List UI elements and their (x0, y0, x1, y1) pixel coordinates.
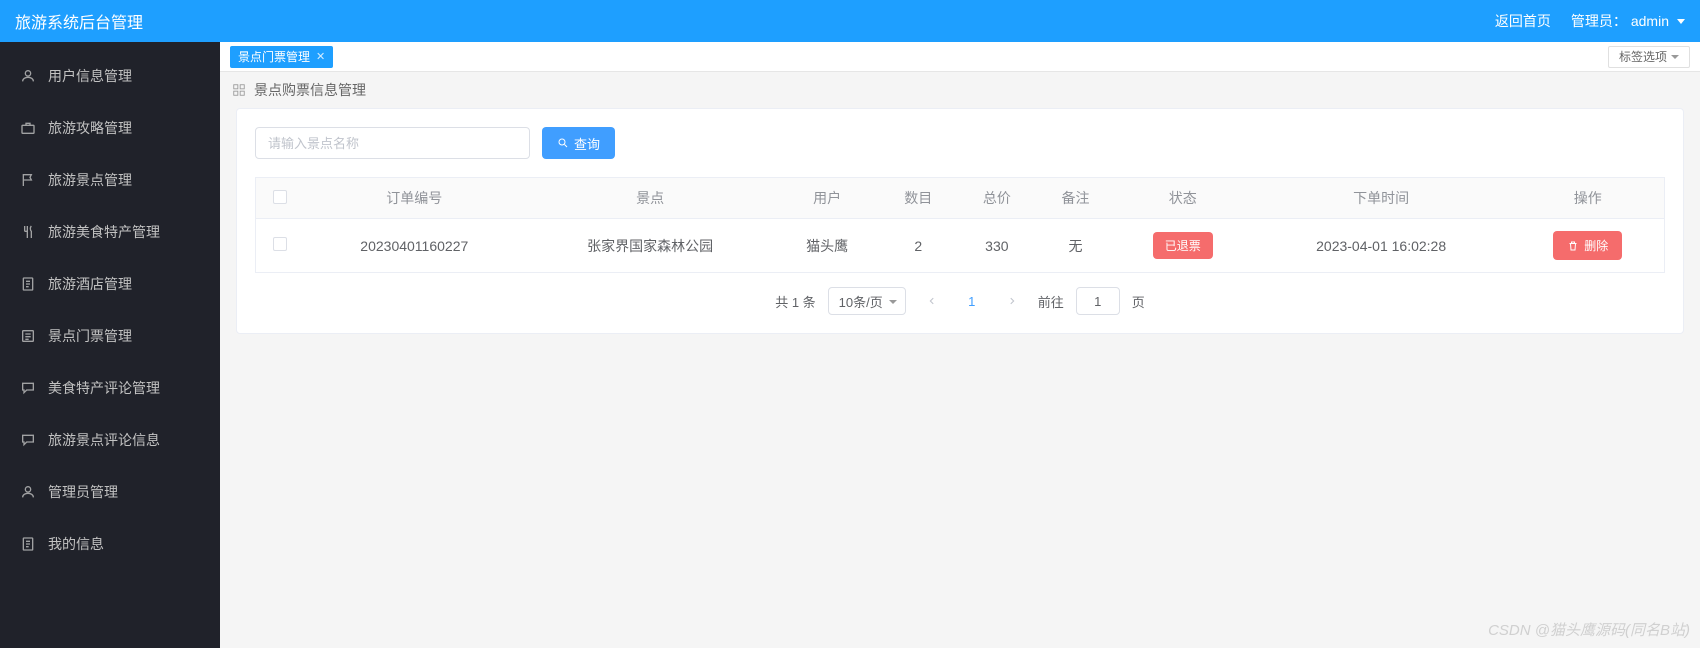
comment-icon (20, 380, 36, 396)
main-area: 景点门票管理 ✕ 标签选项 景点购票信息管理 查询 (220, 42, 1700, 648)
delete-button-label: 删除 (1584, 237, 1608, 254)
flag-icon (20, 172, 36, 188)
ticket-icon (20, 328, 36, 344)
admin-prefix: 管理员： (1571, 11, 1627, 31)
sidebar-item-hotel[interactable]: 旅游酒店管理 (0, 258, 220, 310)
page-title: 景点购票信息管理 (254, 80, 366, 100)
total-text: 共 1 条 (775, 292, 815, 311)
search-row: 查询 (255, 127, 1665, 159)
row-checkbox[interactable] (273, 237, 287, 251)
briefcase-icon (20, 120, 36, 136)
tab-ticket-mgmt[interactable]: 景点门票管理 ✕ (230, 46, 333, 68)
sidebar-item-spots[interactable]: 旅游景点管理 (0, 154, 220, 206)
search-button[interactable]: 查询 (542, 127, 615, 159)
prev-page-button[interactable] (918, 287, 946, 315)
th-spot: 景点 (525, 178, 775, 219)
cell-remark: 无 (1036, 219, 1115, 273)
pagination: 共 1 条 10条/页 1 前往 页 (255, 287, 1665, 315)
sidebar-item-mine[interactable]: 我的信息 (0, 518, 220, 570)
th-status: 状态 (1115, 178, 1251, 219)
sidebar-item-food-comment[interactable]: 美食特产评论管理 (0, 362, 220, 414)
th-action: 操作 (1512, 178, 1665, 219)
sidebar-item-label: 景点门票管理 (48, 326, 132, 346)
search-button-label: 查询 (574, 134, 600, 153)
status-badge: 已退票 (1153, 232, 1213, 259)
page-size-label: 10条/页 (839, 292, 883, 311)
th-qty: 数目 (879, 178, 958, 219)
tab-options-dropdown[interactable]: 标签选项 (1608, 46, 1690, 68)
th-user: 用户 (775, 178, 879, 219)
cell-qty: 2 (879, 219, 958, 273)
th-checkbox (256, 178, 304, 219)
th-remark: 备注 (1036, 178, 1115, 219)
admin-name: admin (1631, 13, 1669, 29)
page-size-select[interactable]: 10条/页 (828, 287, 906, 315)
breadcrumb: 景点购票信息管理 (220, 72, 1700, 108)
sidebar-item-food[interactable]: 旅游美食特产管理 (0, 206, 220, 258)
admin-dropdown[interactable]: 管理员： admin (1571, 11, 1685, 31)
cell-time: 2023-04-01 16:02:28 (1251, 219, 1512, 273)
th-order-no: 订单编号 (304, 178, 526, 219)
tab-options-label: 标签选项 (1619, 48, 1667, 65)
page-number[interactable]: 1 (958, 294, 986, 309)
search-icon (557, 137, 569, 149)
checkbox-all[interactable] (273, 190, 287, 204)
food-icon (20, 224, 36, 240)
sidebar-item-label: 用户信息管理 (48, 66, 132, 86)
app-title: 旅游系统后台管理 (15, 9, 143, 33)
sidebar-item-strategy[interactable]: 旅游攻略管理 (0, 102, 220, 154)
sidebar-item-label: 管理员管理 (48, 482, 118, 502)
chevron-down-icon (889, 300, 897, 304)
next-page-button[interactable] (998, 287, 1026, 315)
sidebar-item-label: 旅游景点管理 (48, 170, 132, 190)
back-home-link[interactable]: 返回首页 (1495, 11, 1551, 31)
sidebar: 用户信息管理 旅游攻略管理 旅游景点管理 旅游美食特产管理 旅游酒店管理 景点门… (0, 42, 220, 648)
sidebar-item-label: 旅游攻略管理 (48, 118, 132, 138)
sidebar-item-spot-comment[interactable]: 旅游景点评论信息 (0, 414, 220, 466)
tab-label: 景点门票管理 (238, 48, 310, 65)
th-total: 总价 (958, 178, 1037, 219)
comment-icon (20, 432, 36, 448)
delete-button[interactable]: 删除 (1553, 231, 1622, 260)
sidebar-item-label: 我的信息 (48, 534, 104, 554)
doc-icon (20, 536, 36, 552)
admin-icon (20, 484, 36, 500)
user-icon (20, 68, 36, 84)
sidebar-item-user-info[interactable]: 用户信息管理 (0, 50, 220, 102)
back-home-label: 返回首页 (1495, 11, 1551, 31)
table-row: 20230401160227 张家界国家森林公园 猫头鹰 2 330 无 已退票… (256, 219, 1665, 273)
cell-user: 猫头鹰 (775, 219, 879, 273)
order-table: 订单编号 景点 用户 数目 总价 备注 状态 下单时间 操作 20230401 (255, 177, 1665, 273)
tabs-bar: 景点门票管理 ✕ 标签选项 (220, 42, 1700, 72)
jump-suffix: 页 (1132, 292, 1145, 311)
jump-prefix: 前往 (1038, 292, 1064, 311)
cell-order-no: 20230401160227 (304, 219, 526, 273)
sidebar-item-label: 旅游景点评论信息 (48, 430, 160, 450)
cell-total: 330 (958, 219, 1037, 273)
sidebar-item-label: 旅游酒店管理 (48, 274, 132, 294)
sidebar-item-ticket[interactable]: 景点门票管理 (0, 310, 220, 362)
sidebar-item-label: 旅游美食特产管理 (48, 222, 160, 242)
close-icon[interactable]: ✕ (316, 50, 325, 63)
chevron-down-icon (1677, 19, 1685, 24)
sidebar-item-admin[interactable]: 管理员管理 (0, 466, 220, 518)
page-jump-input[interactable] (1076, 287, 1120, 315)
trash-icon (1567, 240, 1579, 252)
th-time: 下单时间 (1251, 178, 1512, 219)
content-card: 查询 订单编号 景点 用户 数目 总价 备注 状态 下单时间 操作 (236, 108, 1684, 334)
sidebar-item-label: 美食特产评论管理 (48, 378, 160, 398)
cell-spot: 张家界国家森林公园 (525, 219, 775, 273)
top-header: 旅游系统后台管理 返回首页 管理员： admin (0, 0, 1700, 42)
header-right: 返回首页 管理员： admin (1495, 11, 1685, 31)
chevron-down-icon (1671, 55, 1679, 59)
grid-icon (232, 83, 246, 97)
search-input[interactable] (255, 127, 530, 159)
doc-icon (20, 276, 36, 292)
